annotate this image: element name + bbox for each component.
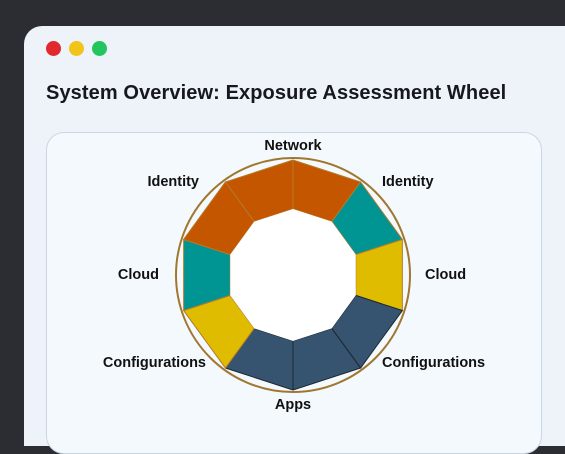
label-apps: Apps (275, 397, 311, 413)
label-identity-left: Identity (147, 174, 199, 190)
label-network: Network (264, 138, 322, 154)
label-configurations-left: Configurations (103, 355, 206, 371)
label-identity-right: Identity (382, 174, 434, 190)
label-cloud-right: Cloud (425, 267, 466, 283)
wheel-segments (183, 159, 403, 391)
exposure-wheel-diagram: Network Identity Identity Cloud Cloud Co… (103, 138, 485, 413)
wheel-center (230, 209, 356, 341)
label-cloud-left: Cloud (118, 267, 159, 283)
label-configurations-right: Configurations (382, 355, 485, 371)
